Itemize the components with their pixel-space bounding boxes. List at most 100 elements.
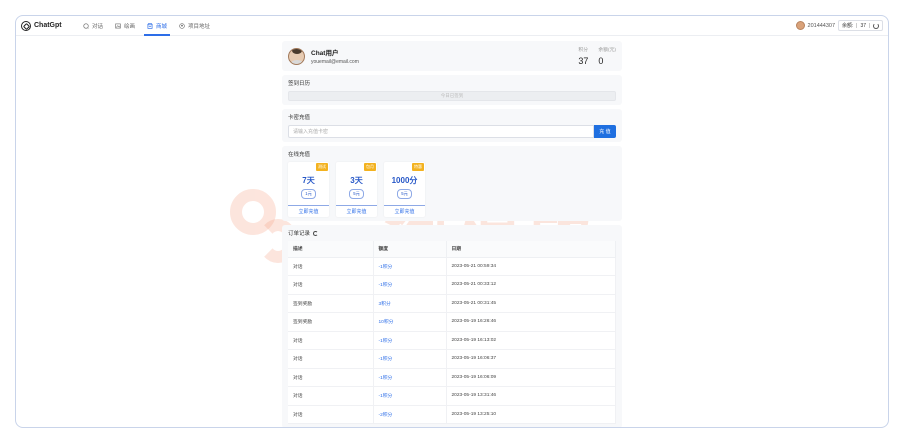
order-amount: 3积分 [373, 294, 447, 313]
image-icon [115, 23, 121, 28]
orders-title: 订单记录 [288, 231, 311, 237]
store-icon [147, 22, 153, 29]
order-date: 2023-05-21 00:33:12 [446, 275, 616, 295]
nav-label: 商城 [156, 23, 168, 30]
table-row: 签到奖励 3积分 2023-05-21 00:31:45 [288, 294, 616, 313]
package-amount: 1000分 [391, 176, 418, 185]
order-date: 2023-05-21 00:31:45 [446, 294, 616, 313]
points-stat: 积分 37 [578, 46, 588, 66]
user-avatar[interactable] [795, 21, 805, 30]
nav-item-draw[interactable]: 绘画 [109, 16, 141, 36]
package-amount: 7天 [302, 176, 315, 185]
card-key-input[interactable]: 请输入充值卡密 [288, 125, 594, 138]
order-desc: 对话 [288, 275, 374, 295]
package-list: 测试 7天 1元 立即充值 包月 3天 5元 立即充值 特惠 1000分 5元 … [288, 162, 616, 217]
order-desc: 对话 [288, 257, 374, 276]
column-header: 日期 [446, 241, 616, 258]
header-user-area: 201444307 余额: 37 [795, 20, 883, 31]
order-date: 2023-05-19 13:31:46 [446, 386, 616, 406]
table-row: 对话 -2积分 2023-05-19 13:25:10 [288, 405, 616, 424]
money-value: 0 [598, 56, 604, 66]
column-header: 描述 [288, 241, 374, 258]
order-amount: -1积分 [373, 275, 447, 295]
package-tag: 测试 [316, 163, 328, 171]
package-card: 特惠 1000分 5元 立即充值 [384, 162, 425, 217]
online-charge-title: 在线充值 [288, 152, 311, 158]
buy-button[interactable]: 立即充值 [384, 205, 425, 217]
nav-item-chat[interactable]: 对话 [77, 16, 109, 36]
profile-card: Chat用户 youemail@email.com 积分 37 余额(元) 0 [282, 41, 622, 71]
divider [869, 23, 870, 28]
user-id[interactable]: 201444307 [808, 23, 836, 29]
balance-label: 余额: [842, 23, 854, 29]
points-value: 37 [578, 56, 589, 66]
buy-button[interactable]: 立即充值 [288, 205, 329, 217]
order-date: 2023-05-19 13:25:10 [446, 405, 616, 424]
refresh-icon[interactable] [313, 230, 319, 236]
table-row: 对话 -1积分 2023-05-19 16:13:02 [288, 331, 616, 350]
nav-label: 对话 [92, 23, 104, 30]
app-window: ChatGpt 对话 绘画 商城 项目地址 201444307 余额: 37 C… [15, 15, 889, 428]
brand-name: ChatGpt [34, 22, 62, 29]
table-row: 对话 -1积分 2023-05-21 00:59:34 [288, 257, 616, 276]
package-price: 5元 [349, 189, 364, 199]
nav-label: 项目地址 [188, 23, 211, 30]
main-nav: 对话 绘画 商城 项目地址 [77, 16, 216, 36]
orders-header: 订单记录 [288, 229, 616, 237]
order-amount: -1积分 [373, 331, 447, 350]
nav-item-store[interactable]: 商城 [141, 16, 173, 36]
balance-pill: 余额: 37 [838, 20, 883, 31]
orders-table: 描述 额度 日期 对话 -1积分 2023-05-21 00:59:34 对话 -1积… [288, 241, 616, 424]
order-amount: -1积分 [373, 257, 447, 276]
profile-avatar [288, 47, 305, 65]
points-label: 积分 [578, 48, 588, 53]
signin-title: 签到日历 [288, 81, 311, 87]
charge-button[interactable]: 充 值 [594, 125, 616, 138]
package-price: 5元 [397, 189, 412, 199]
package-card: 包月 3天 5元 立即充值 [336, 162, 377, 217]
package-card: 测试 7天 1元 立即充值 [288, 162, 329, 217]
profile-info: Chat用户 youemail@email.com [311, 47, 359, 65]
order-desc: 对话 [288, 405, 374, 424]
order-desc: 对话 [288, 331, 374, 350]
order-date: 2023-05-19 16:26:46 [446, 312, 616, 332]
profile-stats: 积分 37 余额(元) 0 [578, 46, 616, 66]
package-tag: 包月 [364, 163, 376, 171]
nav-item-project[interactable]: 项目地址 [173, 16, 216, 36]
table-row: 对话 -1积分 2023-05-19 16:06:09 [288, 368, 616, 387]
buy-button[interactable]: 立即充值 [336, 205, 377, 217]
store-content: Chat用户 youemail@email.com 积分 37 余额(元) 0 … [282, 41, 622, 427]
brand[interactable]: ChatGpt [21, 20, 77, 31]
refresh-icon[interactable] [873, 22, 879, 29]
divider [856, 23, 858, 28]
order-date: 2023-05-21 00:59:34 [446, 257, 616, 276]
orders-card: 订单记录 描述 额度 日期 对话 -1积分 2023-05-21 00:59:34 … [282, 225, 622, 427]
order-desc: 对话 [288, 349, 374, 369]
package-amount: 3天 [350, 176, 363, 185]
column-header: 额度 [373, 241, 447, 258]
table-row: 签到奖励 10积分 2023-05-19 16:26:46 [288, 312, 616, 332]
order-desc: 签到奖励 [288, 312, 374, 332]
order-date: 2023-05-19 16:13:02 [446, 331, 616, 350]
nav-label: 绘画 [124, 23, 136, 30]
order-date: 2023-05-19 16:06:09 [446, 368, 616, 387]
signin-button[interactable]: 今日已签到 [288, 91, 616, 101]
chat-icon [83, 22, 89, 29]
order-date: 2023-05-19 16:06:37 [446, 349, 616, 369]
order-desc: 对话 [288, 368, 374, 387]
order-amount: -1积分 [373, 386, 447, 406]
table-row: 对话 -1积分 2023-05-19 13:31:46 [288, 386, 616, 406]
table-header-row: 描述 额度 日期 [288, 241, 616, 258]
order-amount: 10积分 [373, 312, 447, 332]
package-tag: 特惠 [412, 163, 424, 171]
top-header: ChatGpt 对话 绘画 商城 项目地址 201444307 余额: 37 [16, 16, 888, 36]
table-row: 对话 -1积分 2023-05-21 00:33:12 [288, 275, 616, 295]
github-icon [179, 22, 185, 29]
online-charge-card: 在线充值 测试 7天 1元 立即充值 包月 3天 5元 立即充值 特惠 1000… [282, 146, 622, 221]
table-row: 对话 -1积分 2023-05-19 16:06:37 [288, 349, 616, 369]
card-charge-card: 卡密充值 请输入充值卡密 充 值 [282, 109, 622, 142]
order-amount: -1积分 [373, 368, 447, 387]
card-charge-title: 卡密充值 [288, 115, 311, 121]
signin-card: 签到日历 今日已签到 [282, 75, 622, 105]
order-desc: 签到奖励 [288, 294, 374, 313]
